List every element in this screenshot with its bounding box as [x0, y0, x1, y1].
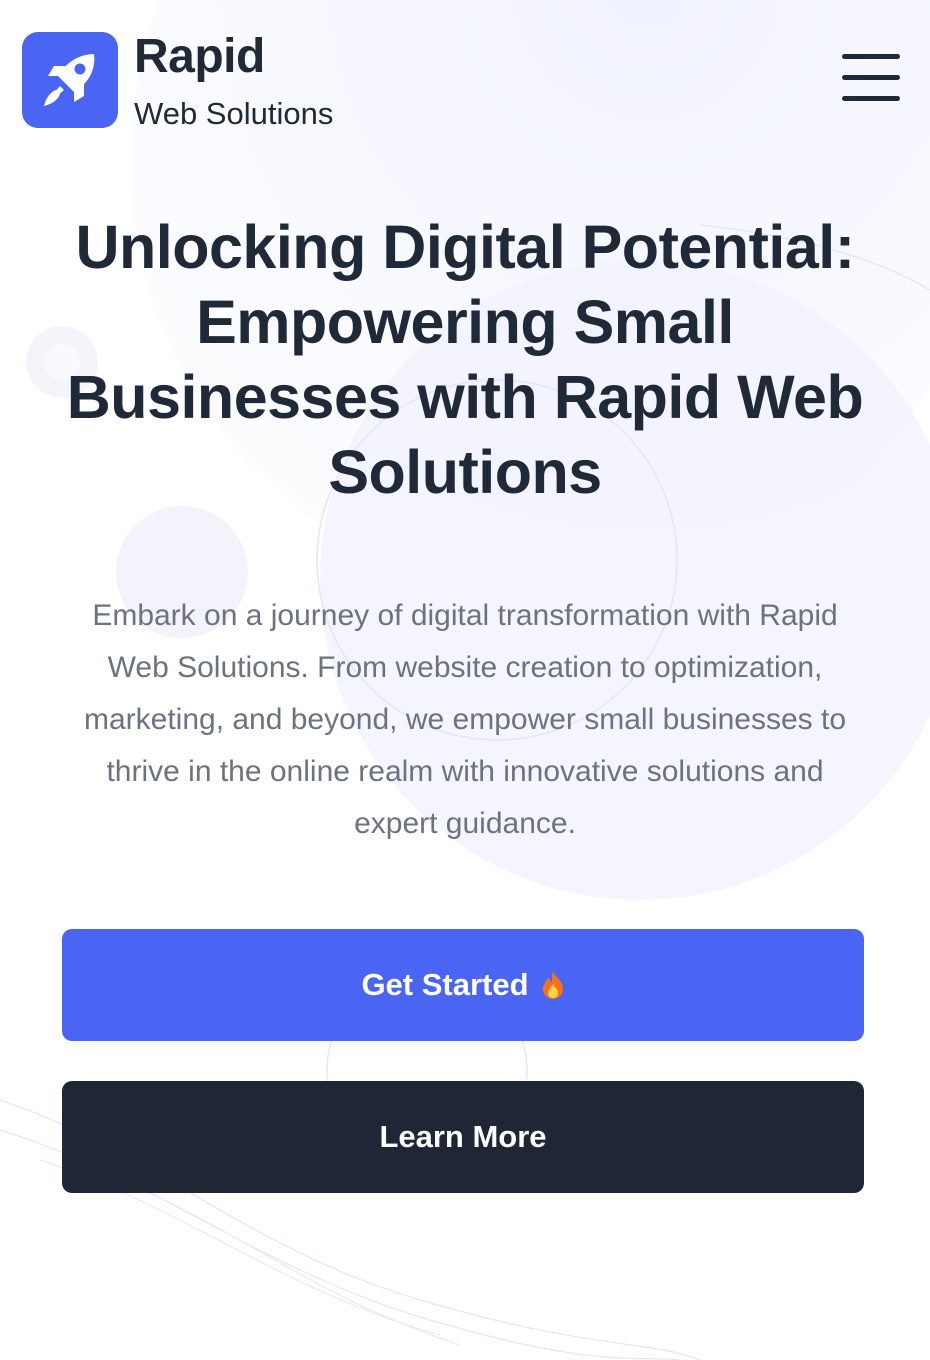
- learn-more-button[interactable]: Learn More: [62, 1081, 864, 1193]
- brand-name: Rapid: [134, 30, 265, 83]
- menu-bar: [842, 75, 900, 80]
- menu-bar: [842, 54, 900, 59]
- brand-tagline: Web Solutions: [134, 96, 334, 131]
- brand-text: Rapid Web Solutions: [134, 32, 333, 134]
- rocket-icon: [44, 54, 95, 106]
- hero-title: Unlocking Digital Potential: Empowering …: [66, 213, 864, 506]
- learn-more-label: Learn More: [379, 1119, 547, 1154]
- fire-icon: [542, 971, 563, 999]
- hamburger-menu-icon[interactable]: [842, 50, 900, 106]
- menu-bar: [842, 96, 900, 101]
- logo-badge: [22, 32, 118, 128]
- hero-description: Embark on a journey of digital transform…: [83, 599, 847, 840]
- get-started-label: Get Started: [361, 967, 529, 1002]
- get-started-button[interactable]: Get Started: [62, 929, 864, 1041]
- brand-logo-link[interactable]: Rapid Web Solutions: [22, 32, 333, 134]
